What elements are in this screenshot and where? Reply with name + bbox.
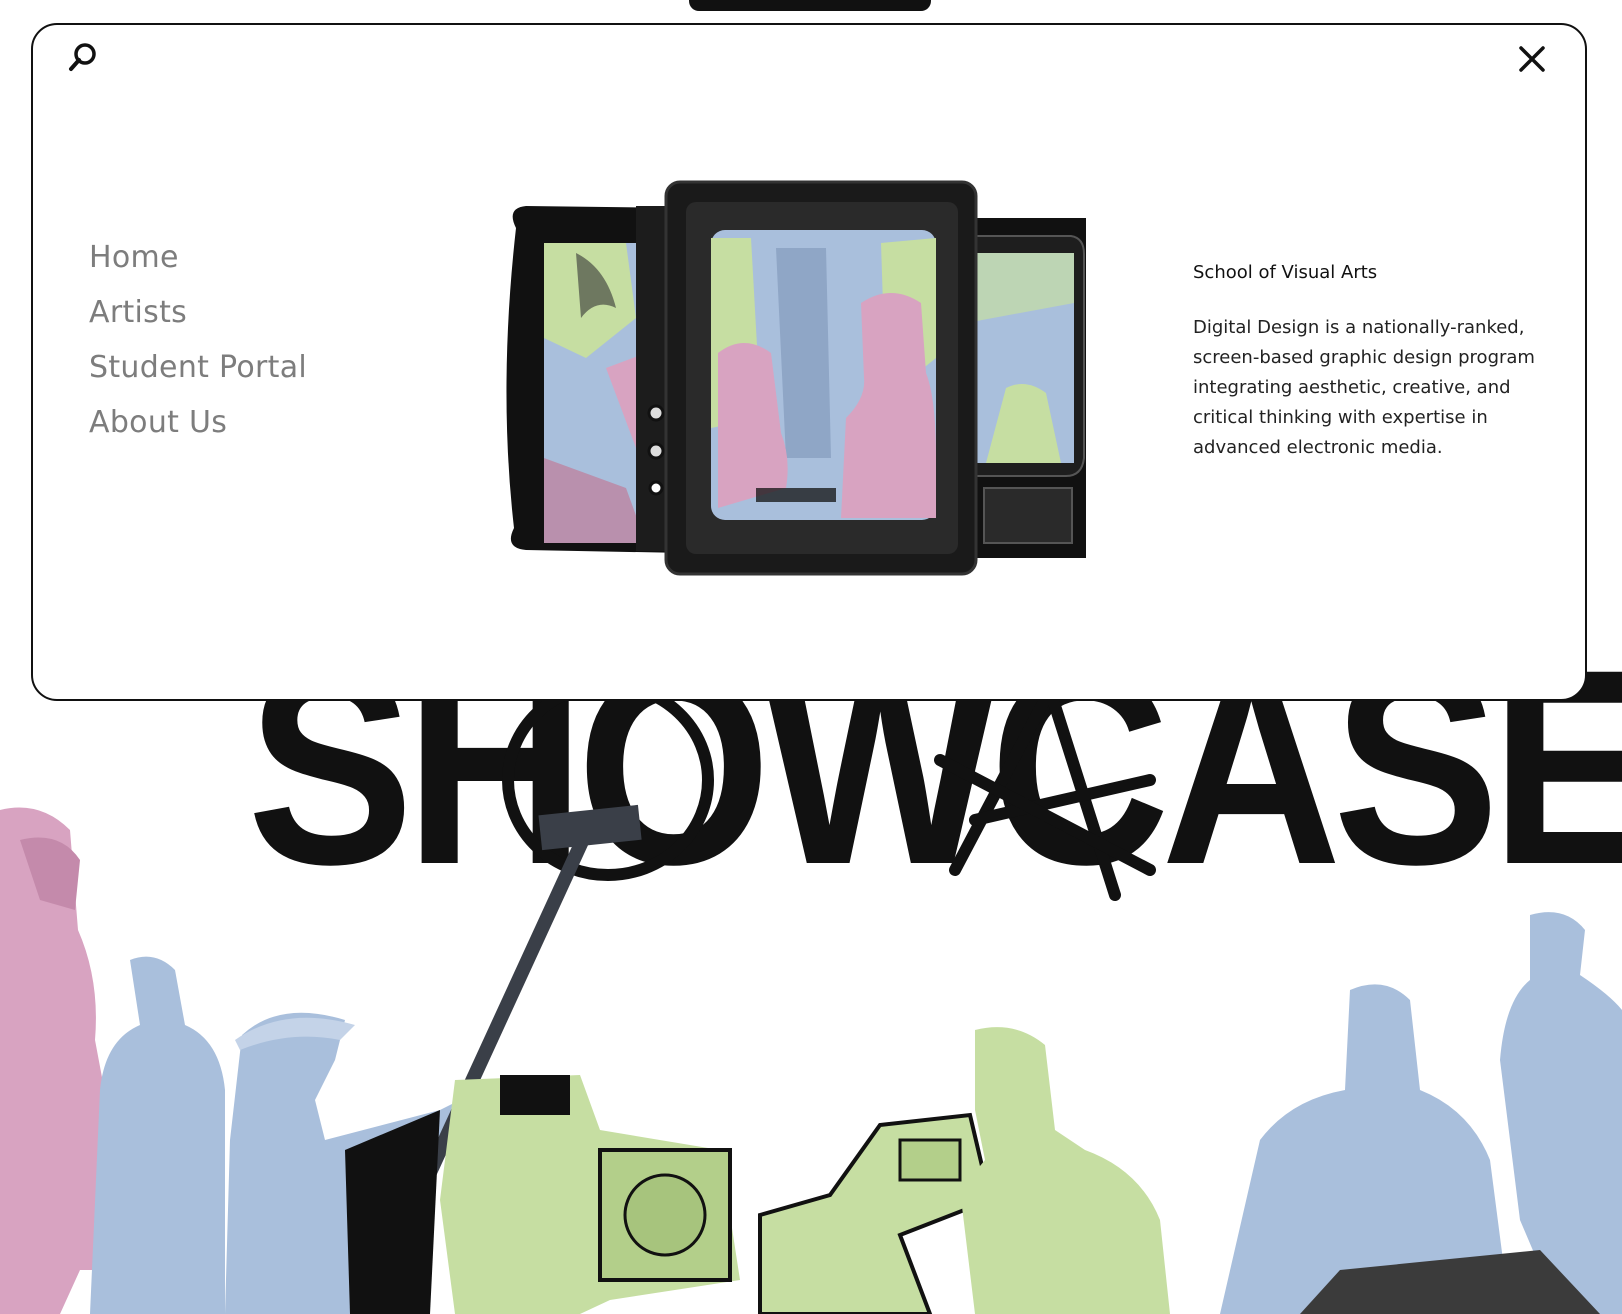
main-nav: Home Artists Student Portal About Us	[89, 230, 307, 450]
close-icon[interactable]	[1512, 39, 1552, 79]
nav-item-home[interactable]: Home	[89, 230, 307, 285]
tv-collage-image	[486, 158, 1126, 598]
green-camera-right	[758, 1112, 993, 1314]
graffiti-marks	[502, 674, 1156, 901]
retro-tv-main	[647, 180, 978, 576]
program-description: Digital Design is a nationally-ranked, s…	[1193, 317, 1535, 458]
nav-item-student-portal[interactable]: Student Portal	[89, 340, 307, 395]
nav-item-about-us[interactable]: About Us	[89, 395, 307, 450]
menu-overlay: Home Artists Student Portal About Us Sch…	[31, 23, 1587, 701]
green-figure	[960, 1027, 1170, 1314]
nav-item-artists[interactable]: Artists	[89, 285, 307, 340]
search-icon[interactable]	[63, 37, 103, 77]
blue-figure-left	[90, 956, 225, 1314]
school-name: School of Visual Arts	[1193, 262, 1378, 283]
green-camera-left	[440, 1075, 740, 1314]
program-info: School of Visual Arts Digital Design is …	[1193, 262, 1553, 463]
